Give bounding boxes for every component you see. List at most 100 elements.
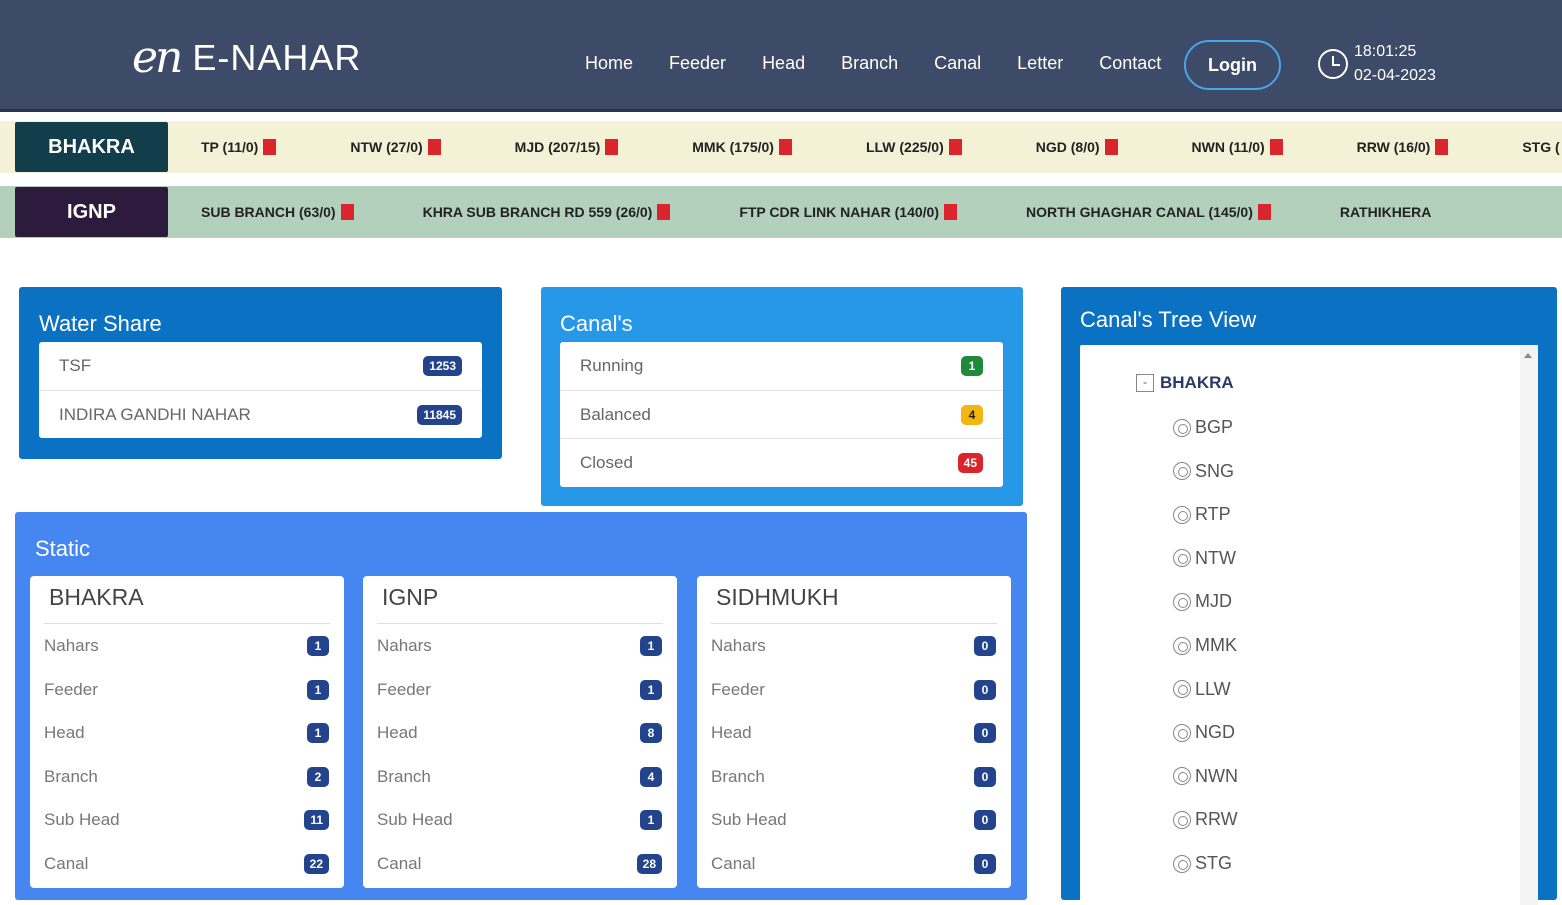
ticker-item[interactable]: NWN (11/0) — [1192, 139, 1283, 155]
nav-contact[interactable]: Contact — [1099, 50, 1161, 76]
nav-canal[interactable]: Canal — [934, 50, 981, 76]
tree-node-bhakra[interactable]: - BHAKRA — [1136, 373, 1234, 393]
radio-node-icon — [1173, 592, 1191, 611]
alert-icon — [340, 204, 354, 220]
divider — [711, 623, 997, 624]
radio-node-icon — [1173, 462, 1191, 481]
static-row-label: Nahars — [377, 636, 432, 655]
canal-status-row[interactable]: Balanced 4 — [560, 390, 1003, 438]
canal-status-row[interactable]: Closed 45 — [560, 438, 1003, 486]
radio-node-icon — [1173, 767, 1191, 786]
ticker-item[interactable]: RATHIKHERA — [1340, 204, 1432, 220]
alert-icon — [778, 139, 792, 155]
canal-status-row[interactable]: Running 1 — [560, 342, 1003, 390]
ticker-item[interactable]: NORTH GHAGHAR CANAL (145/0) — [1026, 204, 1271, 220]
static-card-row[interactable]: Head 8 — [377, 720, 662, 746]
canals-status-title: Canal's — [560, 311, 633, 336]
tree-node[interactable]: NTW — [1173, 548, 1236, 569]
login-button[interactable]: Login — [1184, 40, 1281, 90]
water-share-title: Water Share — [39, 311, 162, 336]
static-card-row[interactable]: Sub Head 11 — [44, 807, 329, 833]
nav-feeder[interactable]: Feeder — [669, 50, 726, 76]
static-row-badge: 28 — [636, 854, 662, 874]
static-card-row[interactable]: Head 0 — [711, 720, 996, 746]
divider — [44, 623, 330, 624]
ticker-item[interactable]: SUB BRANCH (63/0) — [201, 204, 354, 220]
static-card-row[interactable]: Canal 0 — [711, 851, 996, 877]
static-card-title: IGNP — [382, 584, 439, 610]
alert-icon — [948, 139, 962, 155]
clock-icon — [1318, 49, 1348, 79]
water-share-row[interactable]: TSF 1253 — [39, 342, 482, 390]
radio-node-icon — [1173, 505, 1191, 524]
static-card-row[interactable]: Head 1 — [44, 720, 329, 746]
water-share-row[interactable]: INDIRA GANDHI NAHAR 11845 — [39, 390, 482, 438]
nav-branch[interactable]: Branch — [841, 50, 898, 76]
site-logo[interactable]: en E-NAHAR — [132, 36, 361, 80]
tree-node[interactable]: LLW — [1173, 679, 1231, 700]
radio-node-icon — [1173, 549, 1191, 568]
static-card-row[interactable]: Canal 22 — [44, 851, 329, 877]
ticker-item[interactable]: RRW (16/0) — [1357, 139, 1449, 155]
tree-node[interactable]: RRW — [1173, 809, 1238, 830]
static-card-row[interactable]: Feeder 1 — [377, 677, 662, 703]
bhakra-ticker-label[interactable]: BHAKRA — [15, 122, 168, 172]
static-card-row[interactable]: Nahars 0 — [711, 633, 996, 659]
static-row-label: Head — [44, 723, 85, 743]
ticker-item[interactable]: LLW (225/0) — [866, 139, 962, 155]
clock-time: 18:01:25 — [1354, 43, 1417, 60]
canal-tree-view[interactable]: - BHAKRA BGP SNG RTP NTW MJD MMK LLW NGD NWN RRW S… — [1080, 345, 1538, 905]
static-card-row[interactable]: Feeder 0 — [711, 677, 996, 703]
static-row-label: Feeder — [711, 679, 765, 699]
static-card-row[interactable]: Nahars 1 — [44, 633, 329, 659]
nav-home[interactable]: Home — [585, 50, 633, 76]
ticker-item-label: MMK (175/0) — [692, 139, 774, 155]
static-card-row[interactable]: Sub Head 1 — [377, 807, 662, 833]
nav-head[interactable]: Head — [762, 50, 805, 76]
static-row-label: Branch — [377, 766, 431, 786]
bhakra-ticker: TP (11/0) NTW (27/0) MJD (207/15) MMK (175/… — [0, 121, 1562, 173]
static-card-row[interactable]: Canal 28 — [377, 851, 662, 877]
tree-node-label: RTP — [1195, 504, 1231, 525]
tree-node[interactable]: RTP — [1173, 504, 1231, 525]
ticker-item[interactable]: TP (11/0) — [201, 139, 277, 155]
water-share-list: TSF 1253 INDIRA GANDHI NAHAR 11845 — [39, 342, 482, 438]
static-card-row[interactable]: Sub Head 0 — [711, 807, 996, 833]
ignp-ticker-label[interactable]: IGNP — [15, 187, 168, 237]
static-panel: Static BHAKRA Nahars 1 Feeder 1 Head 1 Branch 2 S… — [15, 512, 1027, 900]
collapse-icon[interactable]: - — [1136, 374, 1154, 392]
ticker-item[interactable]: KHRA SUB BRANCH RD 559 (26/0) — [423, 204, 671, 220]
tree-node-label: NTW — [1195, 547, 1236, 568]
nav-letter[interactable]: Letter — [1017, 50, 1063, 76]
tree-scrollbar[interactable] — [1520, 345, 1538, 905]
static-card-row[interactable]: Branch 2 — [44, 764, 329, 790]
tree-node[interactable]: STG — [1173, 853, 1232, 874]
tree-node[interactable]: NWN — [1173, 766, 1238, 787]
static-row-label: Nahars — [711, 636, 766, 655]
ticker-item-label: LLW (225/0) — [865, 139, 944, 155]
ticker-item[interactable]: FTP CDR LINK NAHAR (140/0) — [739, 204, 957, 220]
water-share-label: INDIRA GANDHI NAHAR — [59, 404, 251, 424]
tree-node[interactable]: NGD — [1173, 722, 1235, 743]
static-row-label: Canal — [44, 854, 89, 873]
ticker-item[interactable]: STG ( — [1522, 139, 1559, 155]
radio-node-icon — [1173, 636, 1191, 655]
scroll-up-icon[interactable] — [1524, 353, 1532, 358]
static-row-label: Sub Head — [44, 810, 120, 830]
ticker-item[interactable]: MMK (175/0) — [692, 139, 792, 155]
static-card-row[interactable]: Branch 0 — [711, 764, 996, 790]
tree-node[interactable]: MMK — [1173, 635, 1237, 656]
ticker-item[interactable]: NTW (27/0) — [350, 139, 441, 155]
tree-node[interactable]: BGP — [1173, 417, 1233, 438]
ticker-item[interactable]: NGD (8/0) — [1036, 139, 1118, 155]
alert-icon — [657, 204, 671, 220]
ticker-item-label: KHRA SUB BRANCH RD 559 (26/0) — [422, 204, 653, 220]
static-card-row[interactable]: Feeder 1 — [44, 677, 329, 703]
ticker-item[interactable]: MJD (207/15) — [515, 139, 619, 155]
tree-node[interactable]: SNG — [1173, 461, 1234, 482]
tree-node[interactable]: MJD — [1173, 591, 1232, 612]
static-card-row[interactable]: Branch 4 — [377, 764, 662, 790]
clock-display: 18:01:25 02-04-2023 — [1318, 40, 1436, 88]
static-row-label: Head — [711, 723, 752, 743]
static-card-row[interactable]: Nahars 1 — [377, 633, 662, 659]
